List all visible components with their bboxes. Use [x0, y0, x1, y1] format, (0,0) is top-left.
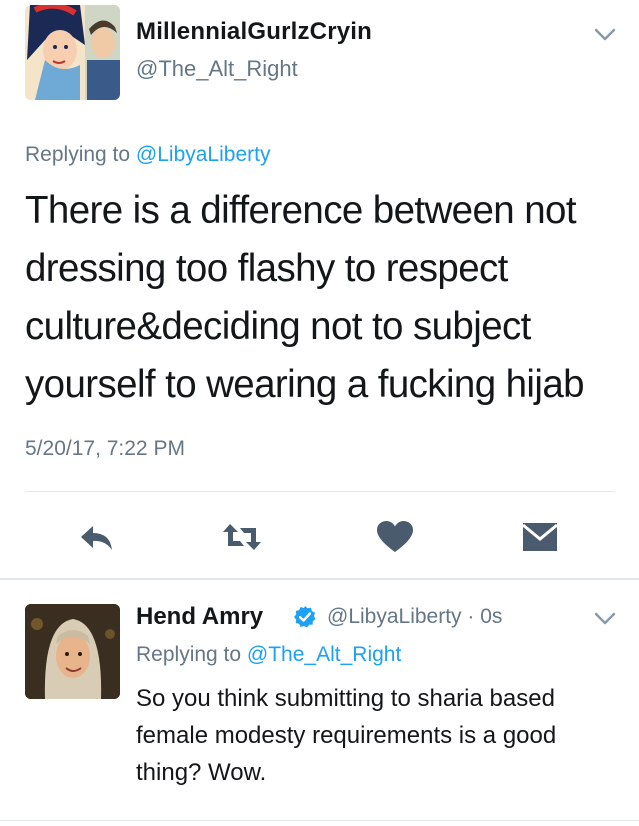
replying-to: Replying to @LibyaLiberty: [25, 143, 270, 167]
retweet-icon[interactable]: [222, 520, 262, 554]
tweet-timestamp[interactable]: 5/20/17, 7:22 PM: [25, 437, 185, 461]
tweet-separator: [0, 578, 639, 580]
chevron-down-icon[interactable]: [594, 28, 616, 42]
like-icon[interactable]: [375, 520, 415, 554]
replying-to-mention[interactable]: @The_Alt_Right: [247, 643, 401, 666]
reply-icon[interactable]: [77, 520, 117, 554]
divider: [0, 820, 639, 821]
divider: [25, 491, 615, 492]
tweet-text: There is a difference between not dressi…: [25, 189, 585, 406]
replying-to-mention[interactable]: @LibyaLiberty: [136, 143, 271, 166]
direct-message-icon[interactable]: [520, 520, 560, 554]
verified-badge-icon: [294, 606, 316, 628]
reply-tweet-text: So you think submitting to sharia based …: [136, 685, 557, 786]
user-handle[interactable]: @The_Alt_Right: [136, 56, 298, 82]
replying-to-label: Replying to: [136, 643, 247, 666]
reply-user-avatar[interactable]: [25, 604, 120, 699]
chevron-down-icon[interactable]: [594, 612, 616, 626]
user-avatar[interactable]: [25, 5, 120, 100]
reply-handle-time[interactable]: @LibyaLiberty · 0s: [327, 605, 502, 629]
reply-replying-to: Replying to @The_Alt_Right: [136, 643, 401, 667]
display-name[interactable]: MillennialGurlzCryin: [136, 18, 372, 46]
reply-display-name[interactable]: Hend Amry: [136, 603, 263, 631]
replying-to-label: Replying to: [25, 143, 136, 166]
